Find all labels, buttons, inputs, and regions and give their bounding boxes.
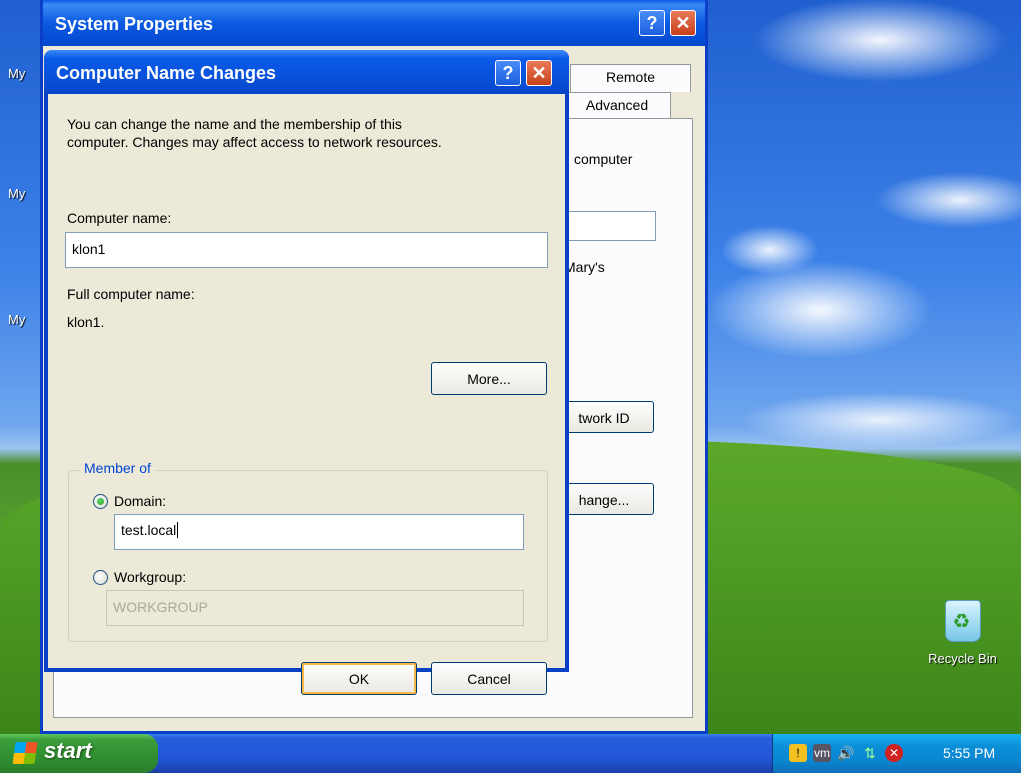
domain-field-value: test.local: [121, 522, 177, 538]
computer-name-changes-dialog: Computer Name Changes ? ✕ You can change…: [44, 50, 569, 695]
tab-advanced[interactable]: Advanced: [563, 92, 671, 120]
vmware-icon[interactable]: vm: [813, 744, 831, 762]
help-button[interactable]: ?: [495, 60, 521, 86]
close-button[interactable]: ✕: [526, 60, 552, 86]
computer-name-label: Computer name:: [67, 210, 172, 226]
workgroup-radio[interactable]: [93, 570, 108, 585]
partial-workgroup-text: Mary's: [564, 259, 605, 275]
intro-text-line1: You can change the name and the membersh…: [67, 116, 402, 132]
system-properties-titlebar[interactable]: System Properties ? ✕: [43, 0, 705, 46]
workgroup-label[interactable]: Workgroup:: [114, 569, 186, 585]
recycle-bin-label: Recycle Bin: [928, 651, 997, 666]
text-cursor: [177, 522, 179, 538]
intro-text-line2: computer. Changes may affect access to n…: [67, 134, 442, 150]
windows-logo-icon: [12, 742, 38, 764]
shield-alert-icon[interactable]: !: [789, 744, 807, 762]
system-tray: ! vm 🔊 ⇅ ✕ 5:55 PM: [772, 734, 1021, 773]
full-computer-name-label: Full computer name:: [67, 286, 195, 302]
network-icon[interactable]: ⇅: [861, 744, 879, 762]
ok-button[interactable]: OK: [301, 662, 417, 695]
domain-field[interactable]: test.local: [114, 514, 524, 550]
dialog-body: You can change the name and the membersh…: [48, 94, 565, 695]
help-button[interactable]: ?: [639, 10, 665, 36]
start-button[interactable]: start: [0, 734, 158, 773]
volume-icon[interactable]: 🔊: [837, 744, 855, 762]
taskbar: start ! vm 🔊 ⇅ ✕ 5:55 PM: [0, 734, 1021, 773]
dialog-titlebar[interactable]: Computer Name Changes ? ✕: [44, 50, 569, 94]
window-title: System Properties: [55, 14, 214, 34]
domain-label[interactable]: Domain:: [114, 493, 166, 509]
full-computer-name-value: klon1.: [67, 314, 105, 330]
domain-radio[interactable]: [93, 494, 108, 509]
workgroup-field: WORKGROUP: [106, 590, 524, 626]
security-center-icon[interactable]: ✕: [885, 744, 903, 762]
clock[interactable]: 5:55 PM: [943, 745, 995, 761]
partial-description-text: computer: [574, 151, 633, 167]
cancel-button[interactable]: Cancel: [431, 662, 547, 695]
desktop-icon-label[interactable]: My: [8, 66, 25, 81]
recycle-bin-icon: [944, 600, 981, 642]
recycle-bin[interactable]: Recycle Bin: [915, 600, 1010, 666]
desktop-icon-label[interactable]: My: [8, 312, 25, 327]
change-button[interactable]: hange...: [554, 483, 654, 515]
member-of-label: Member of: [80, 460, 155, 476]
start-label: start: [44, 738, 92, 763]
desktop-icon-label[interactable]: My: [8, 186, 25, 201]
close-button[interactable]: ✕: [670, 10, 696, 36]
network-id-button[interactable]: twork ID: [554, 401, 654, 433]
more-button[interactable]: More...: [431, 362, 547, 395]
computer-name-field[interactable]: klon1: [65, 232, 548, 268]
partial-description-field[interactable]: [564, 211, 656, 241]
dialog-title: Computer Name Changes: [56, 63, 277, 83]
tab-remote[interactable]: Remote: [570, 64, 691, 92]
